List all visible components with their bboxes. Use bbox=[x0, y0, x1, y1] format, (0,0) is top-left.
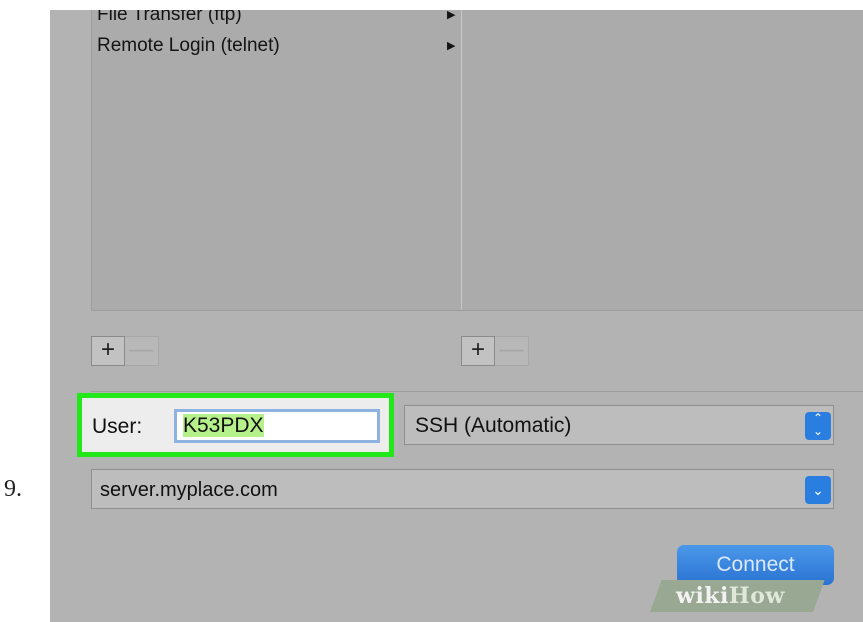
step-number: 9. bbox=[4, 476, 22, 502]
remove-server-button[interactable]: — bbox=[495, 336, 529, 366]
new-remote-connection-window: File Transfer (ftp) ▶ Remote Login (teln… bbox=[50, 10, 863, 622]
user-highlight-box: User: K53PDX bbox=[77, 393, 394, 457]
services-add-remove: + — bbox=[91, 336, 159, 366]
servers-add-remove: + — bbox=[461, 336, 529, 366]
remove-service-button[interactable]: — bbox=[125, 336, 159, 366]
disclosure-arrow-icon: ▶ bbox=[447, 10, 456, 21]
server-value: server.myplace.com bbox=[100, 479, 278, 501]
protocol-value: SSH (Automatic) bbox=[415, 414, 572, 437]
user-input[interactable]: K53PDX bbox=[174, 409, 380, 443]
list-divider bbox=[461, 10, 462, 310]
service-label: File Transfer (ftp) bbox=[97, 10, 242, 25]
service-item-telnet[interactable]: Remote Login (telnet) ▶ bbox=[97, 35, 457, 57]
user-label: User: bbox=[92, 415, 143, 438]
services-list-panel: File Transfer (ftp) ▶ Remote Login (teln… bbox=[91, 10, 863, 311]
service-label: Remote Login (telnet) bbox=[97, 35, 280, 56]
add-server-button[interactable]: + bbox=[461, 336, 495, 366]
disclosure-arrow-icon: ▶ bbox=[447, 40, 456, 52]
protocol-select[interactable]: SSH (Automatic) ⌃ ⌄ bbox=[404, 405, 834, 445]
add-service-button[interactable]: + bbox=[91, 336, 125, 366]
server-combo[interactable]: server.myplace.com ⌄ bbox=[91, 469, 834, 509]
wikihow-logo: wikiHow bbox=[676, 583, 785, 609]
service-item-ftp[interactable]: File Transfer (ftp) ▶ bbox=[97, 10, 457, 26]
user-value: K53PDX bbox=[183, 414, 264, 437]
chevron-down-icon[interactable]: ⌄ bbox=[805, 476, 831, 504]
updown-chevron-icon[interactable]: ⌃ ⌄ bbox=[805, 412, 831, 440]
connect-button[interactable]: Connect bbox=[677, 545, 834, 585]
separator bbox=[91, 391, 863, 392]
